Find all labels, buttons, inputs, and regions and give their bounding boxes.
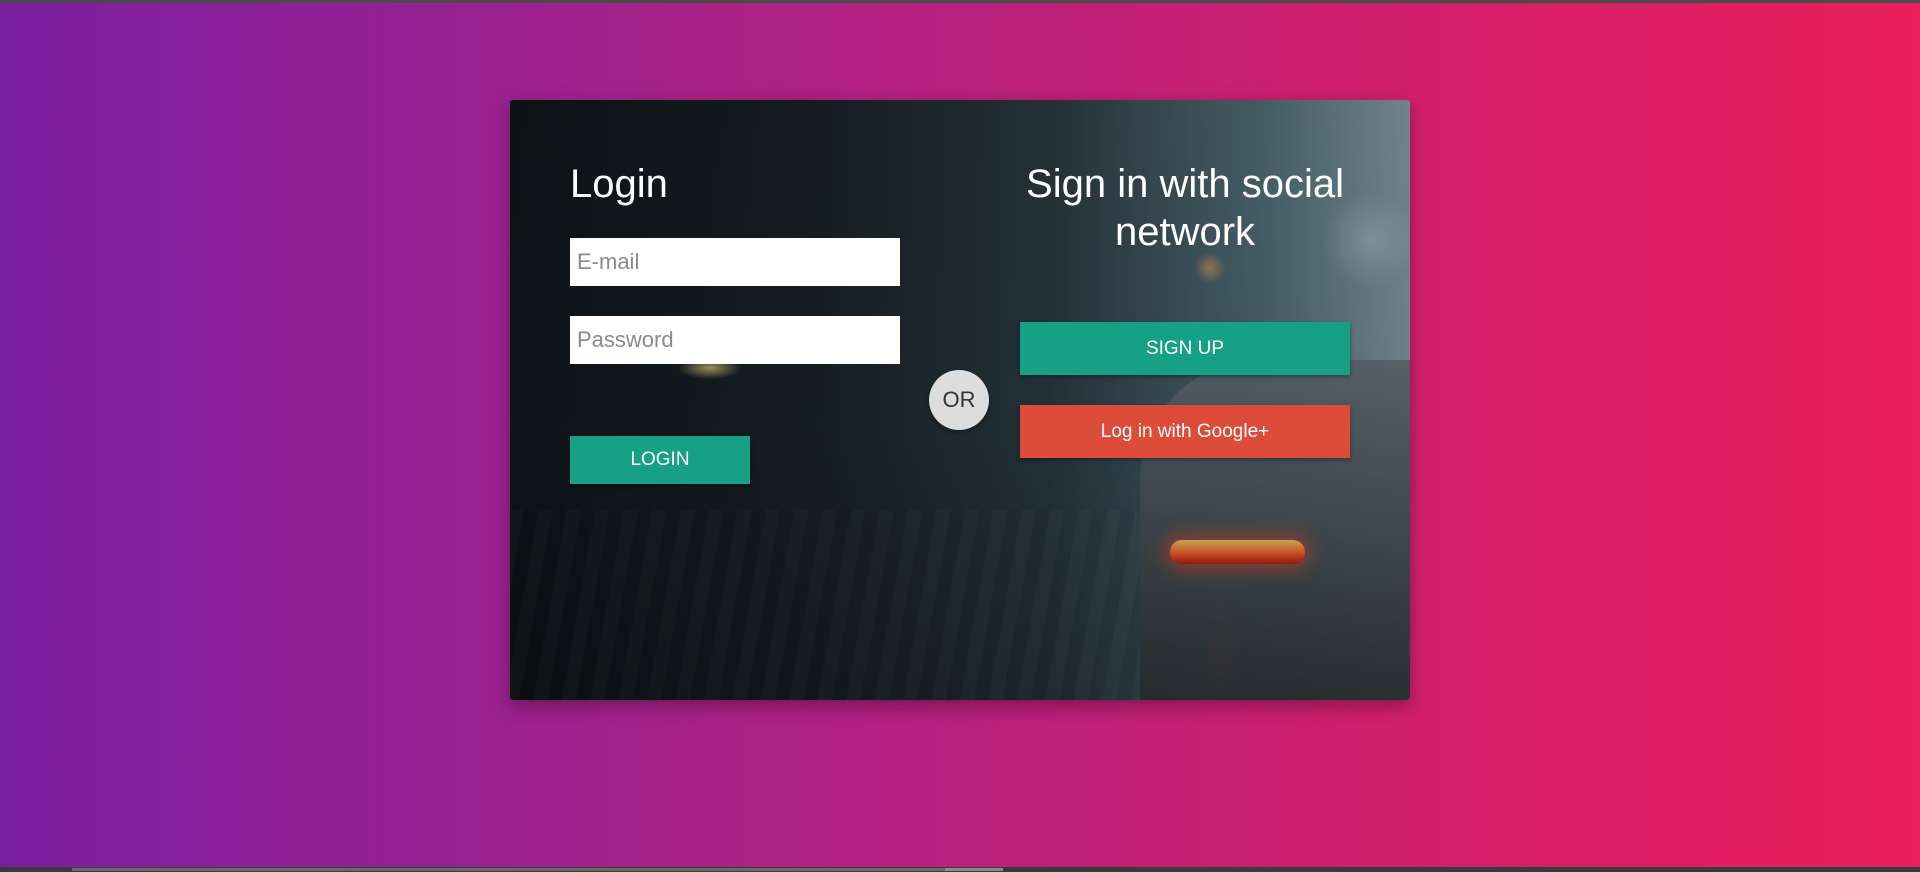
google-login-button[interactable]: Log in with Google+ xyxy=(1020,405,1350,458)
window-top-border xyxy=(0,0,1920,3)
signup-button[interactable]: SIGN UP xyxy=(1020,322,1350,375)
scrollbar-thumb[interactable] xyxy=(72,868,1002,871)
horizontal-scrollbar[interactable] xyxy=(0,867,1920,872)
login-card: Login LOGIN OR Sign in with social netwo… xyxy=(510,100,1410,700)
social-title: Sign in with social network xyxy=(1026,162,1344,254)
or-divider: OR xyxy=(929,370,989,430)
scrollbar-thumb-highlight xyxy=(945,868,1003,871)
social-signin: Sign in with social network SIGN UP Log … xyxy=(1020,160,1350,458)
email-input[interactable] xyxy=(570,238,900,286)
login-form: Login LOGIN xyxy=(570,160,900,484)
login-button[interactable]: LOGIN xyxy=(570,436,750,484)
password-input[interactable] xyxy=(570,316,900,364)
login-title: Login xyxy=(570,162,668,206)
